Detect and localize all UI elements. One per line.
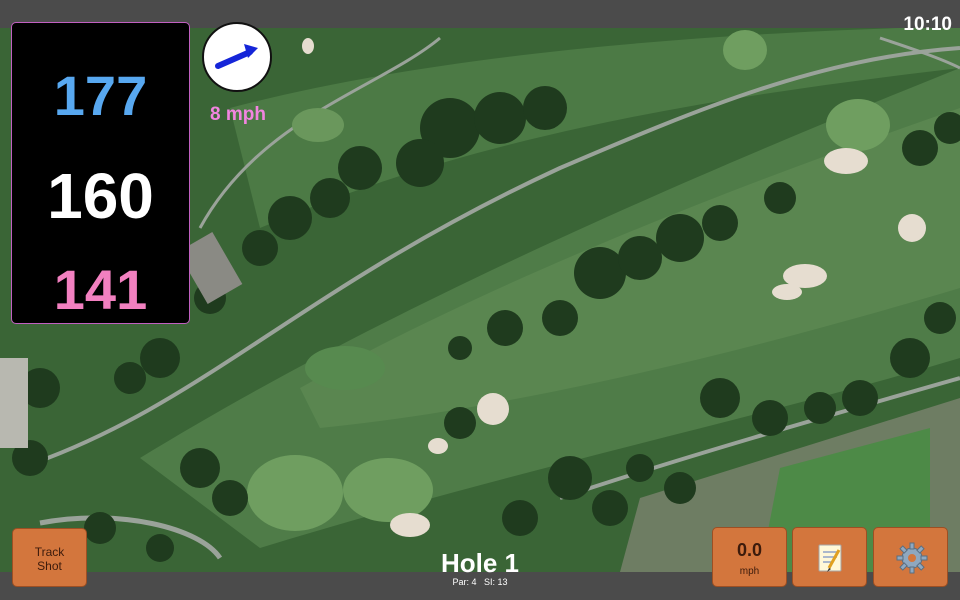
wind-dial bbox=[202, 22, 272, 92]
notes-button[interactable] bbox=[792, 527, 867, 587]
hole-stroke-index: SI: 13 bbox=[484, 577, 508, 587]
settings-button[interactable] bbox=[873, 527, 948, 587]
track-shot-label: Track Shot bbox=[34, 545, 65, 573]
track-shot-button[interactable]: Track Shot bbox=[12, 528, 87, 587]
hole-title: Hole 1 bbox=[440, 548, 520, 578]
speed-button[interactable]: 0.0 mph bbox=[712, 527, 787, 587]
distance-back: 177 bbox=[53, 64, 148, 127]
arrow-right-icon bbox=[215, 44, 258, 69]
speed-value: 0.0 bbox=[736, 540, 763, 560]
wind-speed: 8 mph bbox=[210, 104, 266, 125]
distance-center: 160 bbox=[47, 160, 154, 232]
speed-unit: mph bbox=[739, 566, 760, 577]
distance-front: 141 bbox=[53, 258, 148, 321]
distance-panel: 177 160 141 bbox=[11, 22, 190, 324]
hole-meta: Par: 4 SI: 13 bbox=[380, 577, 580, 587]
gear-icon bbox=[896, 542, 928, 574]
notepad-icon bbox=[815, 542, 847, 574]
hole-par: Par: 4 bbox=[452, 577, 477, 587]
clock: 10:10 bbox=[903, 14, 952, 35]
